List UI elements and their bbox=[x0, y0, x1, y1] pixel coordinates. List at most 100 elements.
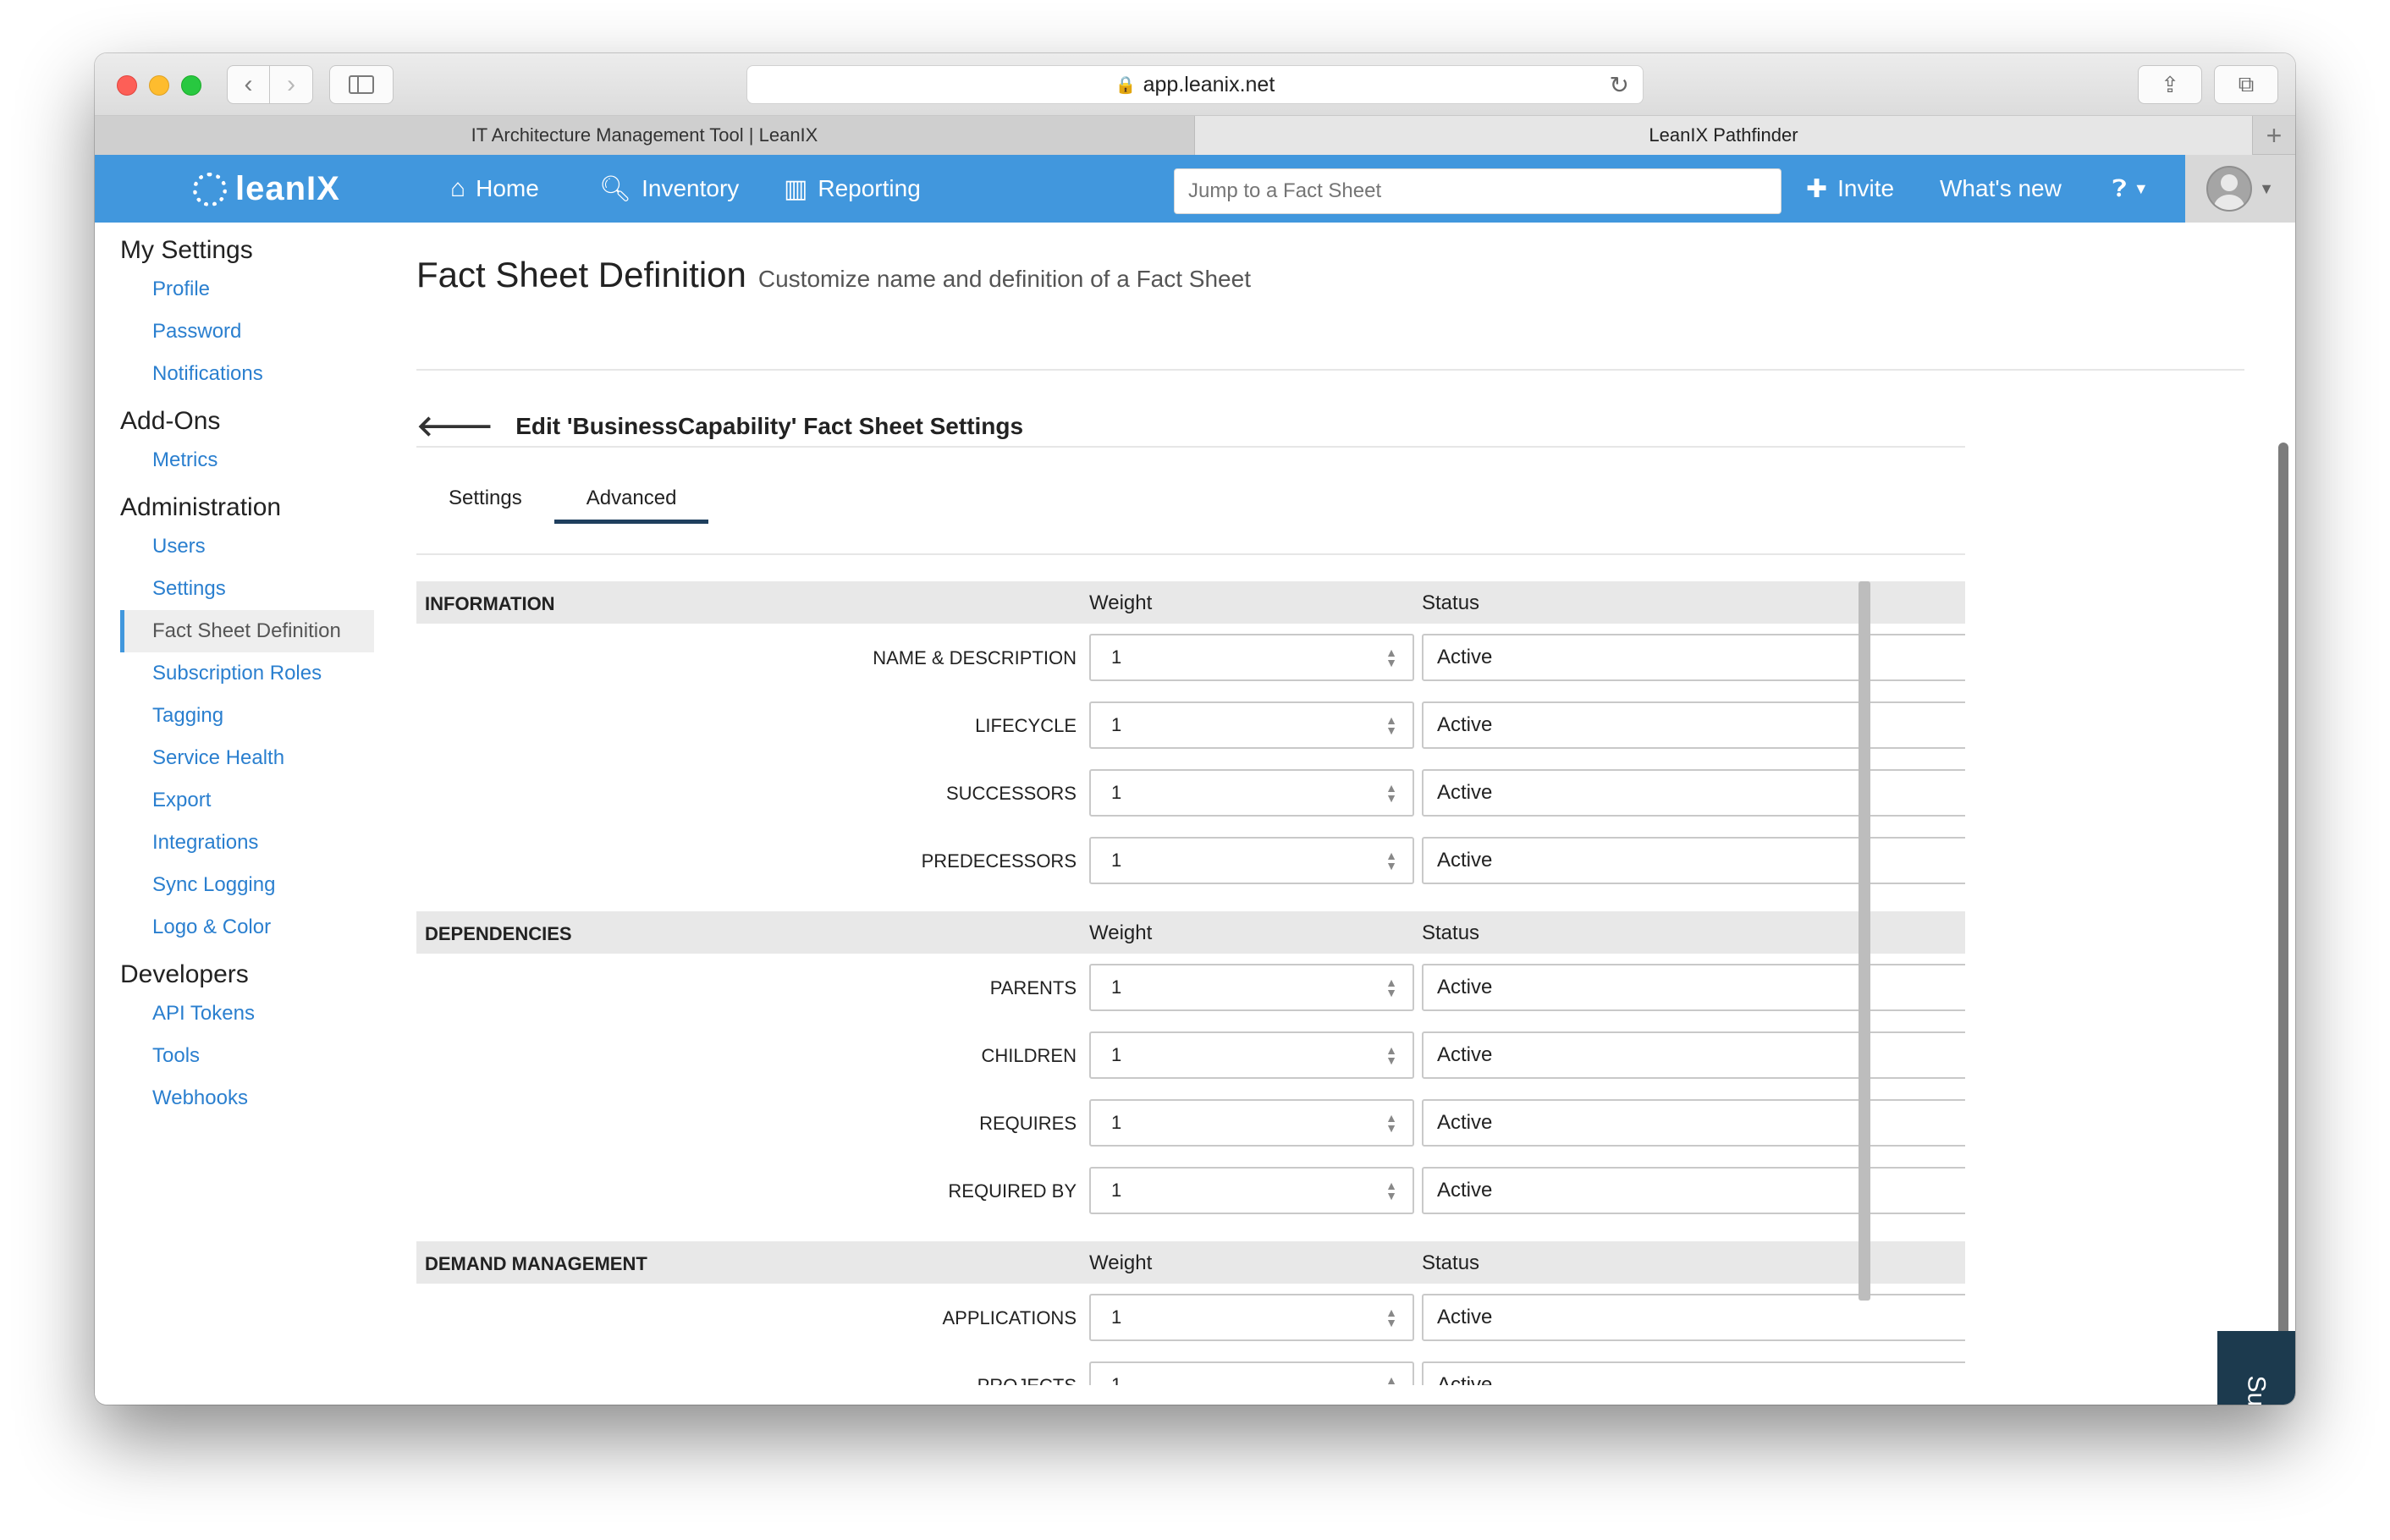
status-select[interactable]: Active▼ bbox=[1422, 1031, 1965, 1079]
forward-button[interactable]: › bbox=[270, 65, 313, 104]
reload-icon[interactable]: ↻ bbox=[1610, 71, 1629, 99]
support-button[interactable]: Support bbox=[2217, 1331, 2295, 1405]
section-header-information: INFORMATION Weight Status bbox=[416, 581, 1965, 624]
sidebar-item-notifications[interactable]: Notifications bbox=[120, 353, 374, 395]
spinner-icon[interactable]: ▲▼ bbox=[1385, 1044, 1397, 1066]
status-select[interactable]: Active▼ bbox=[1422, 1361, 1965, 1385]
weight-input[interactable]: 1 ▲▼ bbox=[1089, 1031, 1414, 1079]
table-scrollbar[interactable] bbox=[1859, 581, 1870, 1301]
new-tab-button[interactable]: + bbox=[2253, 116, 2295, 155]
zoom-window-button[interactable] bbox=[181, 75, 201, 96]
divider bbox=[416, 553, 1965, 555]
tab-settings[interactable]: Settings bbox=[416, 471, 554, 524]
sidebar-item-profile[interactable]: Profile bbox=[120, 268, 374, 311]
browser-tab-architecture[interactable]: IT Architecture Management Tool | LeanIX bbox=[95, 116, 1195, 155]
sidebar-item-tagging[interactable]: Tagging bbox=[120, 695, 374, 737]
sidebar-item-integrations[interactable]: Integrations bbox=[120, 822, 374, 864]
tab-advanced[interactable]: Advanced bbox=[553, 471, 709, 524]
status-select[interactable]: Active▼ bbox=[1422, 837, 1965, 884]
spinner-icon[interactable]: ▲▼ bbox=[1385, 1306, 1397, 1328]
close-window-button[interactable] bbox=[117, 75, 137, 96]
jump-to-fact-sheet-input[interactable] bbox=[1174, 168, 1781, 214]
status-value: Active bbox=[1437, 646, 1493, 668]
sidebar-item-settings[interactable]: Settings bbox=[120, 568, 374, 610]
sidebar-item-users[interactable]: Users bbox=[120, 525, 374, 568]
spinner-icon[interactable]: ▲▼ bbox=[1385, 976, 1397, 998]
nav-reporting[interactable]: ▥ Reporting bbox=[784, 155, 921, 223]
app-header: leanIX ⌂ Home 🔍︎ Inventory ▥ Reporting ✚… bbox=[95, 155, 2295, 223]
spinner-icon[interactable]: ▲▼ bbox=[1385, 1112, 1397, 1134]
show-sidebar-button[interactable] bbox=[329, 65, 394, 104]
chevron-right-icon: › bbox=[287, 70, 295, 98]
status-value: Active bbox=[1437, 1373, 1493, 1385]
invite-label: Invite bbox=[1837, 175, 1895, 201]
status-select[interactable]: Active▼ bbox=[1422, 701, 1965, 749]
back-button[interactable]: ‹ bbox=[227, 65, 270, 104]
sidebar-item-service-health[interactable]: Service Health bbox=[120, 737, 374, 779]
browser-titlebar: ‹ › 🔒 app.leanix.net ↻ ⇪ ⧉ bbox=[95, 53, 2295, 116]
spinner-icon[interactable]: ▲▼ bbox=[1385, 782, 1397, 804]
weight-value: 1 bbox=[1111, 1044, 1122, 1065]
nav-inventory[interactable]: 🔍︎ Inventory bbox=[599, 155, 739, 223]
spinner-icon[interactable]: ▲▼ bbox=[1385, 714, 1397, 736]
settings-sidebar: My Settings Profile Password Notificatio… bbox=[120, 236, 374, 1119]
address-bar[interactable]: 🔒 app.leanix.net ↻ bbox=[746, 65, 1644, 104]
spinner-icon[interactable]: ▲▼ bbox=[1385, 850, 1397, 872]
show-tabs-button[interactable]: ⧉ bbox=[2214, 65, 2278, 104]
table-row: REQUIRED BY 1 ▲▼ Active▼ bbox=[416, 1157, 1965, 1224]
status-select[interactable]: Active▼ bbox=[1422, 1099, 1965, 1147]
sidebar-item-tools[interactable]: Tools bbox=[120, 1035, 374, 1077]
section-title: INFORMATION bbox=[425, 593, 555, 614]
status-select[interactable]: Active▼ bbox=[1422, 1167, 1965, 1214]
history-buttons: ‹ › bbox=[227, 65, 313, 104]
status-select[interactable]: Active▼ bbox=[1422, 769, 1965, 817]
weight-input[interactable]: 1 ▲▼ bbox=[1089, 1167, 1414, 1214]
sidebar-item-password[interactable]: Password bbox=[120, 311, 374, 353]
sidebar-item-fact-sheet-definition[interactable]: Fact Sheet Definition bbox=[120, 610, 374, 652]
table-row: REQUIRES 1 ▲▼ Active▼ bbox=[416, 1089, 1965, 1157]
leanix-logo[interactable]: leanIX bbox=[193, 170, 340, 208]
status-select[interactable]: Active▼ bbox=[1422, 1294, 1965, 1341]
status-value: Active bbox=[1437, 1179, 1493, 1202]
row-label: PREDECESSORS bbox=[921, 850, 1077, 872]
share-icon: ⇪ bbox=[2161, 71, 2179, 97]
spinner-icon[interactable]: ▲▼ bbox=[1385, 646, 1397, 668]
help-menu-button[interactable]: ❓︎ ▼ bbox=[2112, 155, 2149, 223]
weight-input[interactable]: 1 ▲▼ bbox=[1089, 769, 1414, 817]
status-select[interactable]: Active▼ bbox=[1422, 964, 1965, 1011]
sidebar-group-administration: Administration bbox=[120, 493, 282, 521]
sidebar-item-sync-logging[interactable]: Sync Logging bbox=[120, 864, 374, 906]
question-icon: ❓︎ bbox=[2112, 174, 2127, 201]
browser-tab-label: IT Architecture Management Tool | LeanIX bbox=[471, 124, 818, 146]
table-row: CHILDREN 1 ▲▼ Active▼ bbox=[416, 1021, 1965, 1089]
spinner-icon[interactable]: ▲▼ bbox=[1385, 1180, 1397, 1202]
weight-input[interactable]: 1 ▲▼ bbox=[1089, 964, 1414, 1011]
share-button[interactable]: ⇪ bbox=[2138, 65, 2202, 104]
sidebar-item-api-tokens[interactable]: API Tokens bbox=[120, 993, 374, 1035]
page-scrollbar[interactable] bbox=[2278, 443, 2288, 1405]
sidebar-item-logo-color[interactable]: Logo & Color bbox=[120, 906, 374, 949]
sidebar-item-metrics[interactable]: Metrics bbox=[120, 439, 374, 481]
weight-input[interactable]: 1 ▲▼ bbox=[1089, 837, 1414, 884]
spinner-icon[interactable]: ▲▼ bbox=[1385, 1374, 1397, 1385]
row-label: REQUIRED BY bbox=[948, 1180, 1077, 1202]
column-header-status: Status bbox=[1422, 1251, 1480, 1274]
weight-value: 1 bbox=[1111, 850, 1122, 871]
minimize-window-button[interactable] bbox=[149, 75, 169, 96]
sidebar-item-webhooks[interactable]: Webhooks bbox=[120, 1077, 374, 1119]
sidebar-item-export[interactable]: Export bbox=[120, 779, 374, 822]
browser-tab-pathfinder[interactable]: LeanIX Pathfinder bbox=[1195, 116, 2253, 155]
arrow-left-icon[interactable]: 🡐 bbox=[416, 409, 493, 443]
sidebar-item-subscription-roles[interactable]: Subscription Roles bbox=[120, 652, 374, 695]
weight-input[interactable]: 1 ▲▼ bbox=[1089, 634, 1414, 681]
whats-new-button[interactable]: What's new bbox=[1940, 155, 2062, 223]
weight-input[interactable]: 1 ▲▼ bbox=[1089, 701, 1414, 749]
status-select[interactable]: Active▼ bbox=[1422, 634, 1965, 681]
weight-input[interactable]: 1 ▲▼ bbox=[1089, 1361, 1414, 1385]
user-menu-button[interactable]: ▼ bbox=[2185, 155, 2295, 223]
weight-input[interactable]: 1 ▲▼ bbox=[1089, 1294, 1414, 1341]
weight-input[interactable]: 1 ▲▼ bbox=[1089, 1099, 1414, 1147]
nav-home[interactable]: ⌂ Home bbox=[450, 155, 539, 223]
weight-value: 1 bbox=[1111, 1374, 1122, 1385]
invite-button[interactable]: ✚ Invite bbox=[1806, 155, 1894, 223]
